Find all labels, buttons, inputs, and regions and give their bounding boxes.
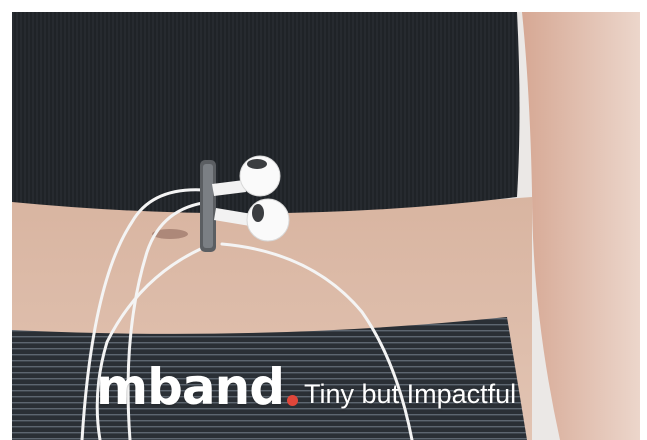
- brand-overlay: mband Tiny but Impactful: [96, 360, 516, 412]
- ad-frame: mband Tiny but Impactful: [0, 0, 647, 440]
- mband-logo: mband: [96, 358, 285, 416]
- tagline: Tiny but Impactful: [304, 379, 517, 409]
- clip-highlight: [203, 164, 213, 248]
- logo-dot-icon: [287, 395, 299, 406]
